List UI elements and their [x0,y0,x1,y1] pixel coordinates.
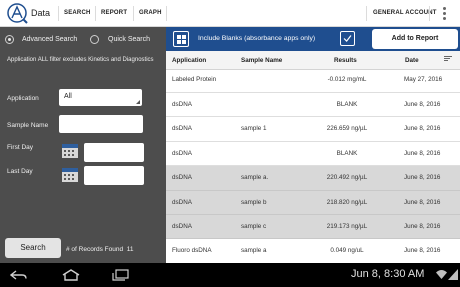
menu-divider [166,6,167,21]
overflow-menu-icon[interactable] [441,7,447,21]
cell-application: Labeled Protein [172,76,217,83]
table-header: Application Sample Name Results Date [166,51,460,70]
search-panel: Advanced Search Quick Search Application… [0,27,166,263]
column-header-date[interactable]: Date [405,57,419,64]
cell-application: dsDNA [172,125,192,133]
menu-divider [58,6,59,21]
records-found-count: 11 [126,246,134,253]
include-blanks-label: Include Blanks (absorbance apps only) [198,35,316,42]
sample-name-label: Sample Name [7,122,49,129]
table-row[interactable]: dsDNA BLANK June 8, 2016 [166,93,460,118]
results-toolbar: Include Blanks (absorbance apps only) Ad… [166,27,460,51]
cell-sample-name: sample b [241,198,267,206]
first-day-input[interactable] [84,143,144,162]
table-row[interactable]: dsDNA sample 1 226.659 ng/µL June 8, 2016 [166,117,460,142]
cell-application: dsDNA [172,174,192,182]
cell-date: June 8, 2016 [404,222,441,230]
table-row[interactable]: dsDNA sample c 219.173 ng/µL June 8, 2016 [166,214,460,240]
cell-date: June 8, 2016 [404,174,441,182]
cell-sample-name: sample a [241,247,267,255]
calendar-icon[interactable] [61,167,79,183]
wifi-icon [436,270,447,279]
quick-search-label[interactable]: Quick Search [108,36,150,43]
cell-result: 220.492 ng/µL [326,174,368,182]
add-to-report-button[interactable]: Add to Report [372,29,458,49]
back-icon[interactable] [10,270,28,281]
advanced-search-label[interactable]: Advanced Search [22,36,77,43]
column-header-application[interactable]: Application [172,57,206,64]
home-icon[interactable] [62,269,80,281]
results-panel: Include Blanks (absorbance apps only) Ad… [166,27,460,264]
sample-name-input[interactable] [59,115,143,133]
cell-result: 219.173 ng/µL [326,222,368,230]
menu-divider [95,6,96,21]
cell-date: June 8, 2016 [404,125,441,133]
last-day-input[interactable] [84,166,144,185]
select-all-grid-icon[interactable] [173,31,189,47]
table-row[interactable]: dsDNA BLANK June 8, 2016 [166,141,460,167]
cell-date: June 8, 2016 [404,149,441,157]
cell-date: June 8, 2016 [404,198,441,206]
cell-result: -0.012 mg/mL [327,76,367,83]
top-app-bar: Data SEARCH REPORT GRAPH GENERAL ACCOUNT [0,0,460,27]
table-row[interactable]: Labeled Protein -0.012 mg/mL May 27, 2016 [166,70,460,93]
include-blanks-checkbox[interactable] [340,31,355,46]
table-row[interactable]: dsDNA sample b 218.820 ng/µL June 8, 2016 [166,190,460,215]
app-logo-icon [7,3,28,24]
cell-result: 218.820 ng/µL [326,198,368,206]
menu-report[interactable]: REPORT [101,10,127,16]
quick-search-radio[interactable] [90,35,99,44]
cell-result: BLANK [336,149,358,157]
cell-date: June 8, 2016 [404,101,441,108]
menu-divider [429,6,430,21]
application-label: Application [7,95,39,102]
application-select[interactable]: All [59,89,142,106]
records-found-label: # of Records Found [66,246,124,253]
cell-result: 226.659 ng/µL [326,125,368,133]
cell-sample-name: sample c [241,222,267,230]
system-nav-bar: Jun 8, 8:30 AM [0,263,460,287]
filter-note: Application ALL filter excludes Kinetics… [7,57,154,63]
records-found: # of Records Found 11 [66,246,133,253]
app-title: Data [31,8,51,18]
cell-application: dsDNA [172,101,192,108]
calendar-icon[interactable] [61,143,79,159]
sort-icon[interactable] [444,56,452,62]
table-row[interactable]: Fluoro dsDNA sample a 0.049 ng/uL June 8, 2… [166,239,460,264]
cell-sample-name: sample 1 [241,125,267,133]
column-header-results[interactable]: Results [334,57,357,64]
column-header-sample-name[interactable]: Sample Name [241,57,282,64]
last-day-label: Last Day [7,168,33,175]
first-day-label: First Day [7,144,33,151]
table-row[interactable]: dsDNA sample a. 220.492 ng/µL June 8, 2016 [166,166,460,191]
cell-application: Fluoro dsDNA [172,247,212,255]
search-button[interactable]: Search [5,238,61,258]
cell-sample-name: sample a. [241,174,269,182]
recent-apps-icon[interactable] [112,269,130,281]
menu-graph[interactable]: GRAPH [139,10,162,16]
results-table-body: Labeled Protein -0.012 mg/mL May 27, 2016 d… [166,70,460,264]
menu-divider [133,6,134,21]
cell-date: May 27, 2016 [404,76,443,83]
cell-application: dsDNA [172,149,192,157]
cell-date: June 8, 2016 [404,247,441,255]
menu-search[interactable]: SEARCH [64,10,91,16]
cell-result: BLANK [336,101,358,108]
dropdown-arrow-icon [136,100,140,104]
signal-icon [448,269,458,280]
general-account-menu[interactable]: GENERAL ACCOUNT [373,10,437,16]
cell-application: dsDNA [172,198,192,206]
status-clock: Jun 8, 8:30 AM [351,268,425,280]
advanced-search-radio[interactable] [5,35,14,44]
menu-divider [366,6,367,21]
cell-application: dsDNA [172,222,192,230]
application-select-value: All [64,93,72,100]
cell-result: 0.049 ng/uL [330,247,364,255]
